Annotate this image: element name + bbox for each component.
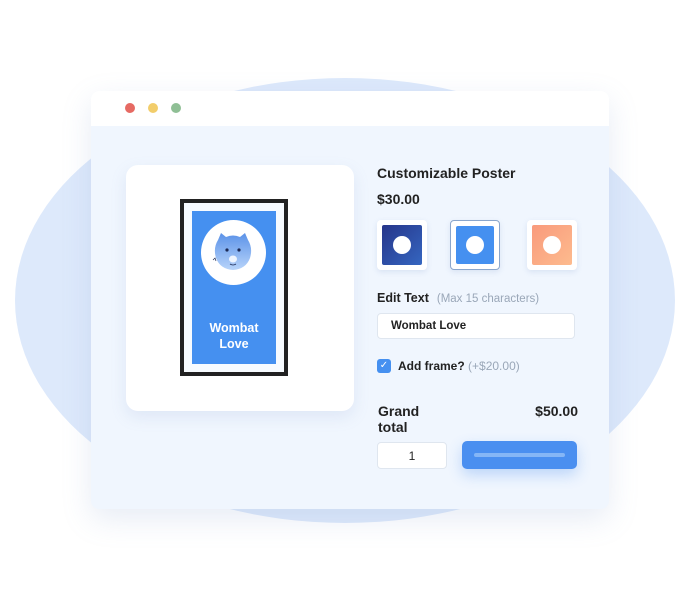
edit-text-label: Edit Text [377, 291, 429, 305]
poster-text: Wombat Love [209, 321, 259, 351]
poster-text-input[interactable]: Wombat Love [377, 313, 575, 339]
add-frame-checkbox[interactable]: ✓ [377, 359, 391, 373]
swatch-fill [456, 226, 494, 264]
product-title: Customizable Poster [377, 165, 516, 181]
add-frame-text: Add frame? [398, 359, 465, 373]
product-price: $30.00 [377, 191, 420, 207]
minimize-window-button[interactable] [148, 103, 158, 113]
swatch-knob [466, 236, 484, 254]
poster-frame: Wombat Love [180, 199, 288, 376]
title-bar [91, 91, 609, 126]
poster: Wombat Love [192, 211, 276, 364]
poster-preview-card: Wombat Love [126, 165, 354, 411]
wombat-avatar [201, 220, 266, 285]
swatch-knob [393, 236, 411, 254]
swatch-fill [382, 225, 422, 265]
edit-text-label-row: Edit Text (Max 15 characters) [377, 291, 539, 305]
add-to-cart-button[interactable] [462, 441, 577, 469]
maximize-window-button[interactable] [171, 103, 181, 113]
check-icon: ✓ [379, 360, 389, 371]
swatch-fill [532, 225, 572, 265]
grand-total-value: $50.00 [535, 403, 578, 419]
add-frame-label: Add frame? (+$20.00) [398, 359, 520, 373]
add-frame-price: (+$20.00) [468, 359, 520, 373]
swatch-navy[interactable] [377, 220, 427, 270]
close-window-button[interactable] [125, 103, 135, 113]
swatch-blue[interactable] [450, 220, 500, 270]
grand-total-label: Grand total [378, 403, 420, 435]
edit-text-hint: (Max 15 characters) [436, 293, 540, 305]
wombat-face-icon [212, 233, 252, 270]
swatch-peach[interactable] [527, 220, 577, 270]
browser-window: Wombat Love Customizable Poster $30.00 E… [91, 91, 609, 509]
swatch-knob [543, 236, 561, 254]
button-label-placeholder [474, 453, 565, 457]
quantity-input[interactable]: 1 [377, 442, 447, 469]
